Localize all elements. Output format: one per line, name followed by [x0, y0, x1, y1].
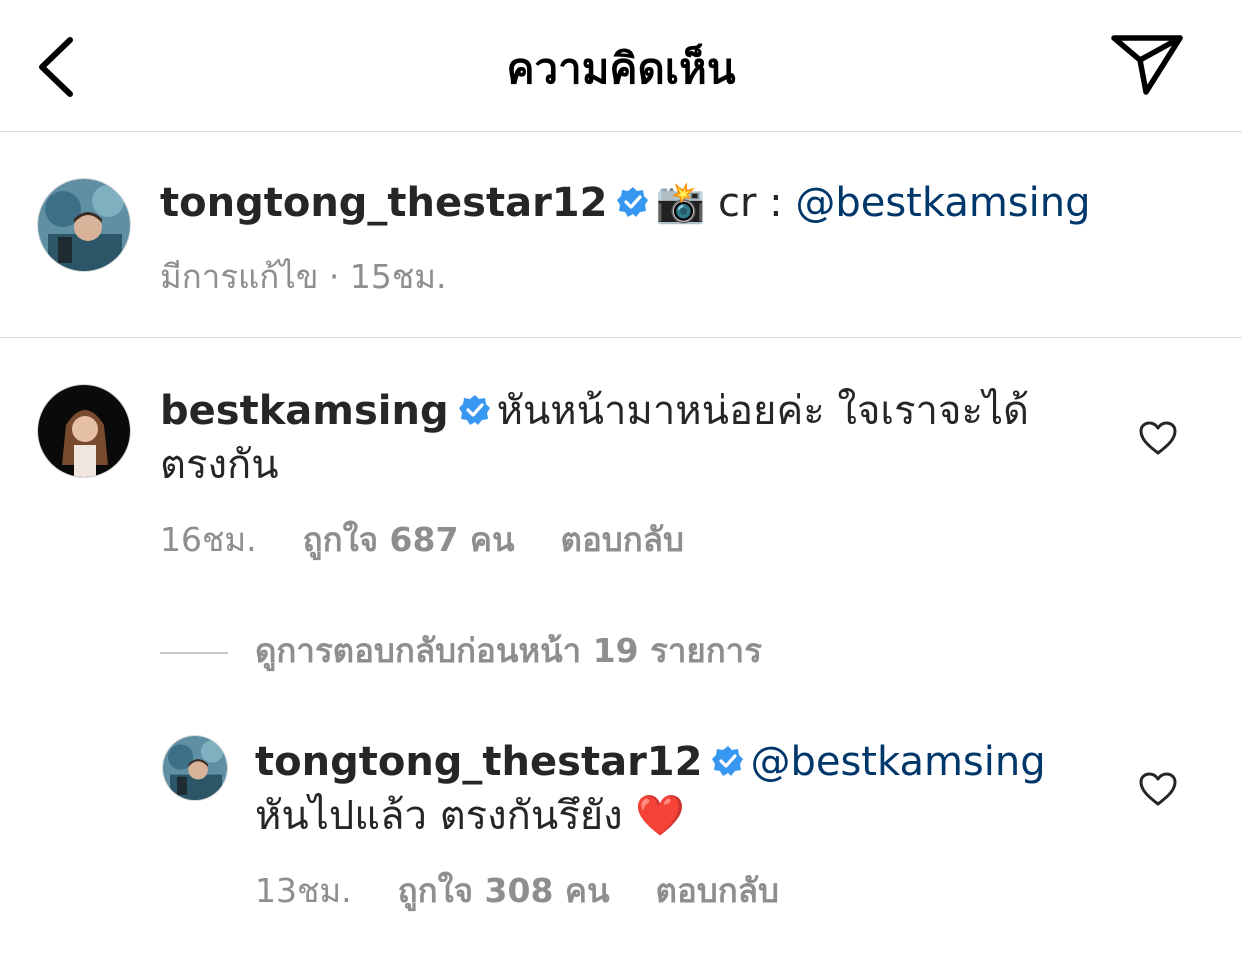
reply-button[interactable]: ตอบกลับ: [561, 520, 684, 559]
comment-time: 16ชม.: [160, 520, 257, 559]
reply-emoji: ❤️: [635, 793, 686, 839]
comment-meta: 16ชม. ถูกใจ 687 คน ตอบกลับ: [160, 513, 684, 566]
caption-text: tongtong_thestar12 📸 cr : @bestkamsing: [160, 176, 1200, 230]
avatar[interactable]: [37, 178, 131, 272]
caption-username[interactable]: tongtong_thestar12: [160, 180, 607, 226]
page-title: ความคิดเห็น: [506, 44, 736, 93]
comment-text: bestkamsing หันหน้ามาหน่อยค่ะ ใจเราจะได้ต…: [160, 384, 1080, 492]
caption-body: cr :: [705, 180, 796, 226]
avatar-image: [38, 179, 130, 271]
paper-plane-icon: [1111, 35, 1183, 95]
reply-time: 13ชม.: [255, 871, 352, 910]
heart-icon: [1139, 772, 1177, 806]
avatar-image: [163, 736, 227, 800]
verified-badge-icon: [458, 395, 490, 425]
reply-text: tongtong_thestar12 @bestkamsing หันไปแล้ว…: [255, 735, 1095, 843]
like-button[interactable]: [1138, 420, 1178, 456]
reply-username[interactable]: tongtong_thestar12: [255, 739, 702, 785]
heart-icon: [1139, 421, 1177, 455]
comment-likes[interactable]: ถูกใจ 687 คน: [303, 520, 515, 559]
view-replies-line: [160, 651, 228, 654]
view-replies-button[interactable]: ดูการตอบกลับก่อนหน้า 19 รายการ: [160, 624, 762, 677]
verified-badge-icon: [617, 187, 649, 217]
reply-likes[interactable]: ถูกใจ 308 คน: [398, 871, 610, 910]
reply-mention[interactable]: @bestkamsing: [750, 739, 1045, 785]
caption-section: [0, 132, 1242, 338]
reply-meta: 13ชม. ถูกใจ 308 คน ตอบกลับ: [255, 864, 779, 917]
caption-meta: มีการแก้ไข · 15ชม.: [160, 257, 447, 296]
caption-mention[interactable]: @bestkamsing: [795, 180, 1090, 226]
share-button[interactable]: [1108, 32, 1186, 98]
caption-emoji: 📸: [655, 180, 706, 226]
verified-badge-icon: [712, 746, 744, 776]
comment-username[interactable]: bestkamsing: [160, 388, 449, 434]
reply-button[interactable]: ตอบกลับ: [656, 871, 779, 910]
avatar-image: [38, 385, 130, 477]
view-replies-label: ดูการตอบกลับก่อนหน้า 19 รายการ: [255, 631, 762, 670]
avatar[interactable]: [37, 384, 131, 478]
avatar[interactable]: [162, 735, 228, 801]
like-button[interactable]: [1138, 771, 1178, 807]
